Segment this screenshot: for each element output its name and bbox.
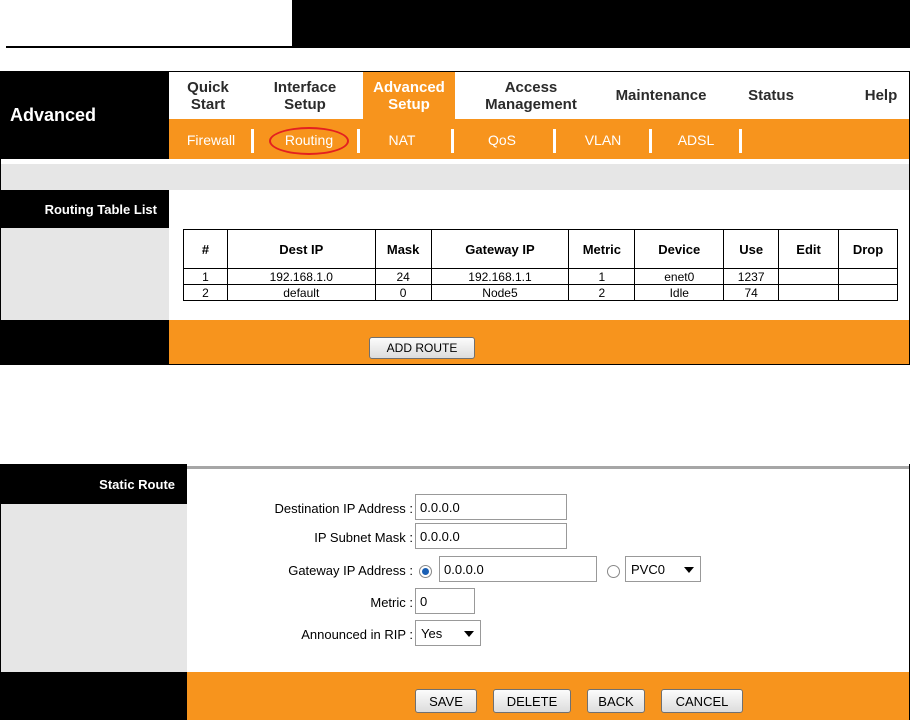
subnav-vlan[interactable]: VLAN [565,128,641,152]
table-cell: Node5 [430,284,570,301]
left-panel [1,228,169,320]
chevron-down-icon [464,631,474,637]
header-banner [292,0,910,48]
nav-status[interactable]: Status [739,72,803,119]
cancel-button[interactable]: CANCEL [661,689,743,713]
nav-quick-start[interactable]: Quick Start [169,72,247,119]
dest-ip-label: Destination IP Address : [274,501,413,516]
routing-screen: Advanced Quick Start Interface Setup Advan… [0,71,910,365]
col-device: Device [634,229,725,269]
nav-label: Advanced [373,78,445,96]
gateway-ip-radio[interactable] [419,565,432,578]
nav-access-management[interactable]: Access Management [469,72,593,119]
nav-label: Access [504,78,558,96]
edit-cell[interactable] [778,284,840,301]
rip-select[interactable]: Yes [415,620,481,646]
nav-label: Maintenance [615,87,707,104]
subnav-adsl[interactable]: ADSL [659,128,733,152]
routing-table-label: Routing Table List [1,190,169,228]
left-panel [1,504,187,672]
pvc-select-value: PVC0 [631,561,665,577]
table-cell: 24 [374,268,432,285]
edit-cell[interactable] [778,268,840,285]
subnav-divider [357,129,360,153]
col-use: Use [723,229,780,269]
nav-label: Status [748,87,794,104]
rip-label: Announced in RIP : [301,627,413,642]
subnav-nat[interactable]: NAT [369,128,435,152]
gateway-ip-label: Gateway IP Address : [288,563,413,578]
main-nav: Quick Start Interface Setup Advanced Setup … [169,72,909,119]
table-cell: 1237 [723,268,780,285]
section-rule [187,466,909,469]
add-route-button[interactable]: ADD ROUTE [369,337,475,359]
save-button[interactable]: SAVE [415,689,477,713]
table-cell: 1 [183,268,228,285]
subnet-mask-label: IP Subnet Mask : [314,530,413,545]
nav-label: Setup [388,95,430,113]
chevron-down-icon [684,567,694,573]
col-edit: Edit [778,229,840,269]
subnav-firewall[interactable]: Firewall [179,128,243,152]
nav-label: Interface [273,78,337,96]
table-cell: 74 [723,284,780,301]
subnav-divider [553,129,556,153]
col-gateway-ip: Gateway IP [430,229,570,269]
metric-label: Metric : [370,595,413,610]
subnav-divider [649,129,652,153]
table-row: 2 default 0 Node5 2 Idle 74 [183,284,898,301]
col-dest-ip: Dest IP [226,229,376,269]
table-cell: 0 [374,284,432,301]
nav-interface-setup[interactable]: Interface Setup [257,72,353,119]
nav-advanced-setup[interactable]: Advanced Setup [363,72,455,119]
button-bar [169,320,909,364]
spacer-strip [1,164,909,190]
rip-select-value: Yes [421,625,443,641]
pvc-select[interactable]: PVC0 [625,556,701,582]
nav-label: Quick [187,78,229,96]
table-header-row: # Dest IP Mask Gateway IP Metric Device … [183,229,898,269]
delete-button[interactable]: DELETE [493,689,571,713]
subnet-mask-input[interactable]: 0.0.0.0 [415,523,567,549]
dest-ip-input[interactable]: 0.0.0.0 [415,494,567,520]
col-metric: Metric [568,229,636,269]
nav-label: Management [485,95,577,113]
nav-label: Setup [284,95,326,113]
section-label: Advanced [1,72,169,159]
left-footer [1,320,169,364]
subnav-divider [451,129,454,153]
nav-maintenance[interactable]: Maintenance [605,72,717,119]
gateway-pvc-radio[interactable] [607,565,620,578]
static-route-label: Static Route [1,464,187,504]
drop-cell[interactable] [838,284,898,301]
sub-nav: Firewall Routing NAT QoS VLAN ADSL [169,119,909,159]
table-cell: 2 [568,284,636,301]
col-drop: Drop [838,229,898,269]
header-rule [6,46,292,48]
subnav-divider [251,129,254,153]
nav-label: Start [190,95,226,113]
table-cell: enet0 [634,268,725,285]
routing-table: # Dest IP Mask Gateway IP Metric Device … [183,229,898,301]
table-cell: 192.168.1.0 [226,268,376,285]
subnav-divider [739,129,742,153]
table-cell: 192.168.1.1 [430,268,570,285]
back-button[interactable]: BACK [587,689,645,713]
left-footer [1,672,187,720]
table-cell: default [226,284,376,301]
subnav-qos[interactable]: QoS [463,128,541,152]
col-mask: Mask [374,229,432,269]
table-cell: Idle [634,284,725,301]
col-index: # [183,229,228,269]
table-cell: 1 [568,268,636,285]
table-row: 1 192.168.1.0 24 192.168.1.1 1 enet0 123… [183,268,898,285]
gateway-ip-input[interactable]: 0.0.0.0 [439,556,597,582]
nav-help[interactable]: Help [855,72,907,119]
routing-highlight-circle [269,127,349,155]
drop-cell[interactable] [838,268,898,285]
table-cell: 2 [183,284,228,301]
metric-input[interactable]: 0 [415,588,475,614]
static-route-screen: Static Route Destination IP Address : 0.… [0,464,910,720]
nav-label: Help [864,87,898,104]
